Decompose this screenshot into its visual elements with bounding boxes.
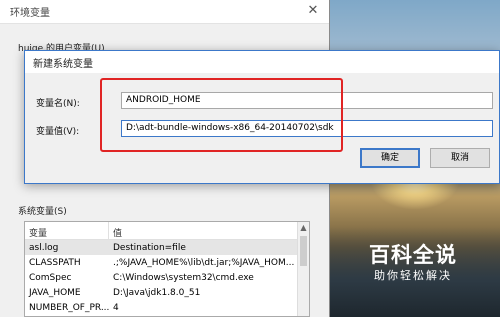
- table-row[interactable]: asl.log Destination=file: [25, 240, 309, 255]
- row-variable-value: C:\Windows\system32\cmd.exe: [113, 272, 254, 283]
- column-header-variable[interactable]: 变量: [25, 222, 109, 239]
- dialog-title: 新建系统变量: [33, 58, 93, 70]
- watermark-subtitle: 助你轻松解决: [374, 269, 452, 282]
- table-header: 变量 值: [25, 222, 309, 240]
- baike-watermark: 百科全说 助你轻松解决: [348, 242, 478, 290]
- scroll-up-arrow-icon[interactable]: ▲: [298, 222, 309, 234]
- env-window-titlebar: 环境变量: [0, 0, 329, 24]
- system-variables-table[interactable]: 变量 值 asl.log Destination=file CLASSPATH …: [24, 221, 310, 317]
- red-highlight-box: [100, 78, 343, 152]
- system-variables-label: 系统变量(S): [18, 207, 67, 217]
- table-row[interactable]: CLASSPATH .;%JAVA_HOME%\lib\dt.jar;%JAVA…: [25, 255, 309, 270]
- table-scrollbar[interactable]: ▲: [297, 222, 309, 316]
- row-variable-value: 4: [113, 302, 119, 313]
- env-window-title: 环境变量: [10, 8, 50, 19]
- scrollbar-thumb[interactable]: [300, 236, 307, 266]
- ok-button[interactable]: 确定: [360, 148, 420, 168]
- row-variable-name: JAVA_HOME: [29, 287, 81, 298]
- row-variable-value: D:\Java\jdk1.8.0_51: [113, 287, 201, 298]
- column-header-value[interactable]: 值: [109, 222, 309, 239]
- variable-value-label: 变量值(V):: [36, 127, 80, 137]
- row-variable-name: asl.log: [29, 242, 59, 253]
- row-variable-value: .;%JAVA_HOME%\lib\dt.jar;%JAVA_HOM...: [113, 257, 295, 268]
- close-icon[interactable]: ✕: [305, 3, 321, 19]
- row-variable-value: Destination=file: [113, 242, 186, 253]
- table-row[interactable]: ComSpec C:\Windows\system32\cmd.exe: [25, 270, 309, 285]
- cancel-button[interactable]: 取消: [430, 148, 490, 168]
- dialog-titlebar: 新建系统变量: [25, 51, 499, 73]
- variable-name-label: 变量名(N):: [36, 99, 80, 109]
- table-row[interactable]: JAVA_HOME D:\Java\jdk1.8.0_51: [25, 285, 309, 300]
- row-variable-name: CLASSPATH: [29, 257, 81, 268]
- row-variable-name: ComSpec: [29, 272, 72, 283]
- watermark-title: 百科全说: [369, 243, 457, 267]
- table-row[interactable]: NUMBER_OF_PR... 4: [25, 300, 309, 315]
- row-variable-name: NUMBER_OF_PR...: [29, 302, 109, 313]
